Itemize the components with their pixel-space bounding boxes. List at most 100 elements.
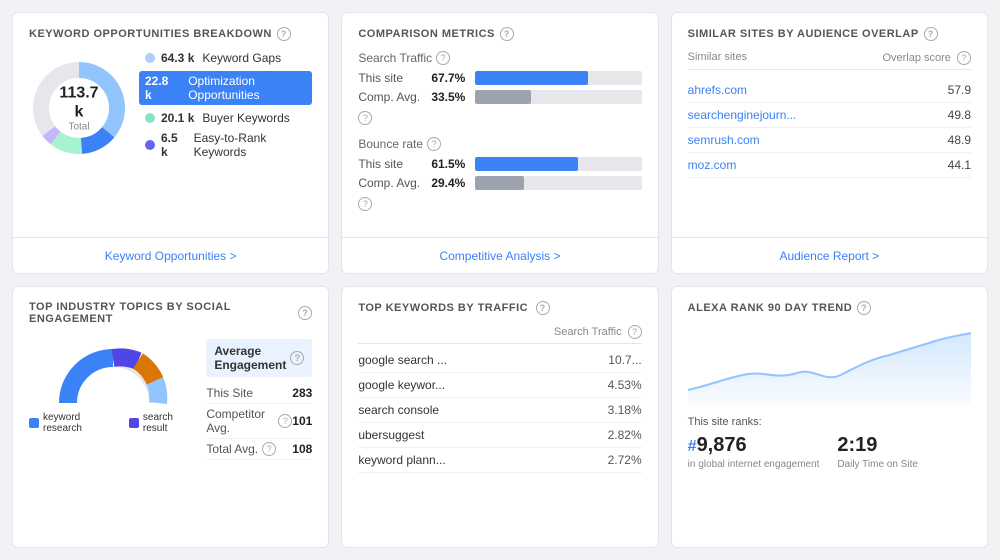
semi-donut-legend: keyword research search result — [29, 412, 196, 434]
avg-engagement-help-icon[interactable]: ? — [290, 351, 304, 365]
alexa-rank-help-icon[interactable]: ? — [857, 301, 871, 315]
this-site-label: This site — [358, 71, 423, 85]
bounce-help-icon[interactable]: ? — [427, 137, 441, 151]
similar-site-link[interactable]: ahrefs.com — [688, 83, 747, 97]
dashboard: KEYWORD OPPORTUNITIES BREAKDOWN ? — [0, 0, 1000, 560]
legend-item-2: 20.1 kBuyer Keywords — [145, 111, 312, 125]
similar-sites-help-icon[interactable]: ? — [924, 27, 938, 41]
alexa-stats: #9,876 in global internet engagement 2:1… — [688, 434, 971, 470]
search-traffic-label: Search Traffic ? — [358, 51, 641, 65]
kw-traffic: 3.18% — [608, 403, 642, 417]
keyword-research-dot — [29, 418, 39, 428]
this-site-pct: 67.7% — [431, 71, 467, 85]
global-rank-block: #9,876 in global internet engagement — [688, 434, 822, 470]
bounce-this-bar-bg — [475, 157, 641, 171]
legend-item-0: 64.3 kKeyword Gaps — [145, 51, 312, 65]
keyword-research-legend: keyword research — [29, 412, 117, 434]
keywords-table-header: Search Traffic ? — [358, 325, 641, 344]
similar-sites-card: SIMILAR SITES BY AUDIENCE OVERLAP ? Simi… — [671, 12, 988, 274]
keyword-opportunities-help-icon[interactable]: ? — [277, 27, 291, 41]
bounce-comp-pct: 29.4% — [431, 176, 467, 190]
comp-avg-label: Comp. Avg. — [358, 90, 423, 104]
eng-help-icon-2[interactable]: ? — [262, 442, 276, 456]
kw-traffic: 10.7... — [608, 353, 641, 367]
top-kw-traffic-help-icon[interactable]: ? — [628, 325, 642, 339]
similar-sites-list: ahrefs.com57.9searchenginejourn...49.8se… — [688, 78, 971, 178]
legend-item-3: 6.5 kEasy-to-Rank Keywords — [145, 131, 312, 159]
similar-sites-header: Similar sites Overlap score ? — [688, 51, 971, 70]
bounce-this-row: This site 61.5% — [358, 157, 641, 171]
search-traffic-note-help-icon[interactable]: ? — [358, 111, 372, 125]
similar-site-link[interactable]: moz.com — [688, 158, 737, 172]
similar-sites-col-label: Similar sites — [688, 51, 747, 65]
overlap-help-icon[interactable]: ? — [957, 51, 971, 65]
bounce-this-pct: 61.5% — [431, 157, 467, 171]
kw-name: keyword plann... — [358, 453, 445, 467]
kw-name: ubersuggest — [358, 428, 424, 442]
alexa-rank-card: ALEXA RANK 90 DAY TREND ? This site rank… — [671, 286, 988, 548]
eng-row-label: Competitor Avg.? — [206, 407, 292, 435]
comp-avg-row: Comp. Avg. 33.5% — [358, 90, 641, 104]
this-site-row: This site 67.7% — [358, 71, 641, 85]
total-label: Total — [54, 122, 104, 133]
top-keywords-help-icon[interactable]: ? — [536, 301, 550, 315]
daily-time-value: 2:19 — [837, 434, 971, 457]
top-keywords-title: TOP KEYWORDS BY TRAFFIC ? — [358, 301, 641, 315]
keyword-opportunities-title: KEYWORD OPPORTUNITIES BREAKDOWN ? — [29, 27, 312, 41]
bounce-rate-section: Bounce rate ? This site 61.5% Comp. Avg.… — [358, 137, 641, 211]
eng-row-label: This Site — [206, 386, 253, 400]
social-engagement-card: TOP INDUSTRY TOPICS BY SOCIAL ENGAGEMENT… — [12, 286, 329, 548]
rank-number: #9,876 — [688, 434, 822, 457]
engagement-row-2: Total Avg.?108 — [206, 439, 312, 460]
bounce-comp-bar-fill — [475, 176, 524, 190]
semi-donut-area: keyword research search result — [29, 343, 196, 434]
bounce-comp-bar-bg — [475, 176, 641, 190]
social-engagement-help-icon[interactable]: ? — [298, 306, 312, 320]
alexa-trend-chart — [688, 325, 971, 405]
keyword-row-2: search console3.18% — [358, 398, 641, 423]
competitive-analysis-link[interactable]: Competitive Analysis > — [439, 249, 560, 263]
alexa-rank-title: ALEXA RANK 90 DAY TREND ? — [688, 301, 971, 315]
search-result-label: search result — [143, 412, 196, 434]
comparison-metrics-card: COMPARISON METRICS ? Search Traffic ? Th… — [341, 12, 658, 274]
avg-engagement-title: Average Engagement ? — [206, 339, 312, 377]
comparison-metrics-footer: Competitive Analysis > — [342, 237, 657, 273]
daily-time-label: Daily Time on Site — [837, 459, 971, 470]
eng-help-icon-1[interactable]: ? — [278, 414, 292, 428]
kw-traffic: 4.53% — [608, 378, 642, 392]
keyword-opportunities-link[interactable]: Keyword Opportunities > — [105, 249, 237, 263]
alexa-rank-label: This site ranks: — [688, 416, 971, 428]
this-site-bar-fill — [475, 71, 588, 85]
eng-row-value: 101 — [292, 414, 312, 428]
kw-traffic: 2.82% — [608, 428, 642, 442]
search-result-legend: search result — [129, 412, 196, 434]
keyword-row-0: google search ... 10.7... — [358, 348, 641, 373]
kw-name: google search ... — [358, 353, 447, 367]
engagement-row-0: This Site 283 — [206, 383, 312, 404]
similar-site-row-3: moz.com 44.1 — [688, 153, 971, 178]
audience-report-link[interactable]: Audience Report > — [779, 249, 879, 263]
eng-row-value: 283 — [292, 386, 312, 400]
total-num: 113.7 k — [54, 83, 104, 121]
search-traffic-section: Search Traffic ? This site 67.7% Comp. A… — [358, 51, 641, 125]
keyword-row-1: google keywor...4.53% — [358, 373, 641, 398]
eng-row-value: 108 — [292, 442, 312, 456]
keywords-list: google search ... 10.7... google keywor...… — [358, 348, 641, 473]
overlap-score: 44.1 — [948, 158, 971, 172]
similar-sites-title: SIMILAR SITES BY AUDIENCE OVERLAP ? — [688, 27, 971, 41]
similar-sites-footer: Audience Report > — [672, 237, 987, 273]
search-traffic-help-icon[interactable]: ? — [436, 51, 450, 65]
similar-site-link[interactable]: semrush.com — [688, 133, 760, 147]
comparison-metrics-help-icon[interactable]: ? — [500, 27, 514, 41]
global-rank-label: in global internet engagement — [688, 459, 822, 470]
engagement-content: keyword research search result Average E… — [29, 335, 312, 548]
engagement-row-1: Competitor Avg.?101 — [206, 404, 312, 439]
similar-site-link[interactable]: searchenginejourn... — [688, 108, 797, 122]
bounce-comp-row: Comp. Avg. 29.4% — [358, 176, 641, 190]
similar-site-row-0: ahrefs.com57.9 — [688, 78, 971, 103]
bounce-note-help-icon[interactable]: ? — [358, 197, 372, 211]
bounce-label: Bounce rate ? — [358, 137, 641, 151]
legend-item-1: 22.8 k Optimization Opportunities — [139, 71, 312, 105]
comp-avg-bar-fill — [475, 90, 531, 104]
donut-chart: 113.7 k Total — [29, 58, 129, 158]
